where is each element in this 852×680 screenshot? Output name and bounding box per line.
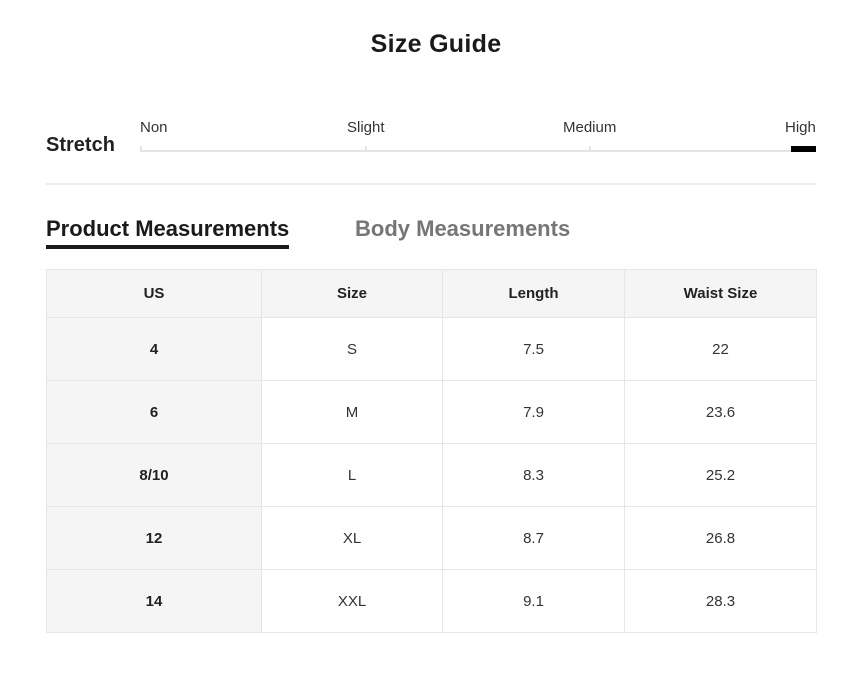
page-title: Size Guide bbox=[370, 30, 502, 58]
cell-length: 7.9 bbox=[442, 380, 625, 444]
table-row: 4 S 7.5 22 bbox=[46, 317, 817, 381]
cell-length: 8.3 bbox=[442, 443, 625, 507]
size-guide-page: Size Guide Stretch Non Slight Medium Hig… bbox=[0, 0, 852, 680]
header-length: Length bbox=[442, 269, 625, 318]
cell-waist-size: 25.2 bbox=[624, 443, 817, 507]
cell-us: 12 bbox=[46, 506, 262, 570]
cell-length: 7.5 bbox=[442, 317, 625, 381]
stretch-selected-marker bbox=[791, 146, 816, 152]
size-table: US Size Length Waist Size 4 S 7.5 22 6 M… bbox=[46, 269, 817, 633]
stretch-scale-track bbox=[140, 150, 816, 152]
header-us: US bbox=[46, 269, 262, 318]
cell-waist-size: 28.3 bbox=[624, 569, 817, 633]
table-row: 12 XL 8.7 26.8 bbox=[46, 506, 817, 570]
stretch-level-slight: Slight bbox=[347, 119, 385, 136]
section-divider bbox=[46, 183, 816, 185]
tab-body-measurements[interactable]: Body Measurements bbox=[355, 216, 570, 242]
cell-us: 4 bbox=[46, 317, 262, 381]
stretch-tick bbox=[589, 146, 591, 152]
cell-size: M bbox=[261, 380, 443, 444]
table-row: 14 XXL 9.1 28.3 bbox=[46, 569, 817, 633]
stretch-scale: Non Slight Medium High bbox=[140, 112, 816, 162]
stretch-tick bbox=[365, 146, 367, 152]
cell-us: 8/10 bbox=[46, 443, 262, 507]
table-row: 8/10 L 8.3 25.2 bbox=[46, 443, 817, 507]
cell-us: 6 bbox=[46, 380, 262, 444]
stretch-level-non: Non bbox=[140, 119, 168, 136]
header-size: Size bbox=[261, 269, 443, 318]
cell-waist-size: 26.8 bbox=[624, 506, 817, 570]
cell-length: 9.1 bbox=[442, 569, 625, 633]
cell-size: L bbox=[261, 443, 443, 507]
cell-size: XXL bbox=[261, 569, 443, 633]
header-waist-size: Waist Size bbox=[624, 269, 817, 318]
cell-us: 14 bbox=[46, 569, 262, 633]
stretch-level-medium: Medium bbox=[563, 119, 617, 136]
stretch-tick bbox=[140, 146, 142, 152]
cell-size: XL bbox=[261, 506, 443, 570]
cell-size: S bbox=[261, 317, 443, 381]
stretch-level-high: High bbox=[785, 119, 816, 136]
cell-length: 8.7 bbox=[442, 506, 625, 570]
table-row: 6 M 7.9 23.6 bbox=[46, 380, 817, 444]
table-header-row: US Size Length Waist Size bbox=[46, 269, 817, 318]
stretch-label: Stretch bbox=[46, 134, 115, 156]
cell-waist-size: 23.6 bbox=[624, 380, 817, 444]
cell-waist-size: 22 bbox=[624, 317, 817, 381]
tab-product-measurements[interactable]: Product Measurements bbox=[46, 216, 290, 249]
